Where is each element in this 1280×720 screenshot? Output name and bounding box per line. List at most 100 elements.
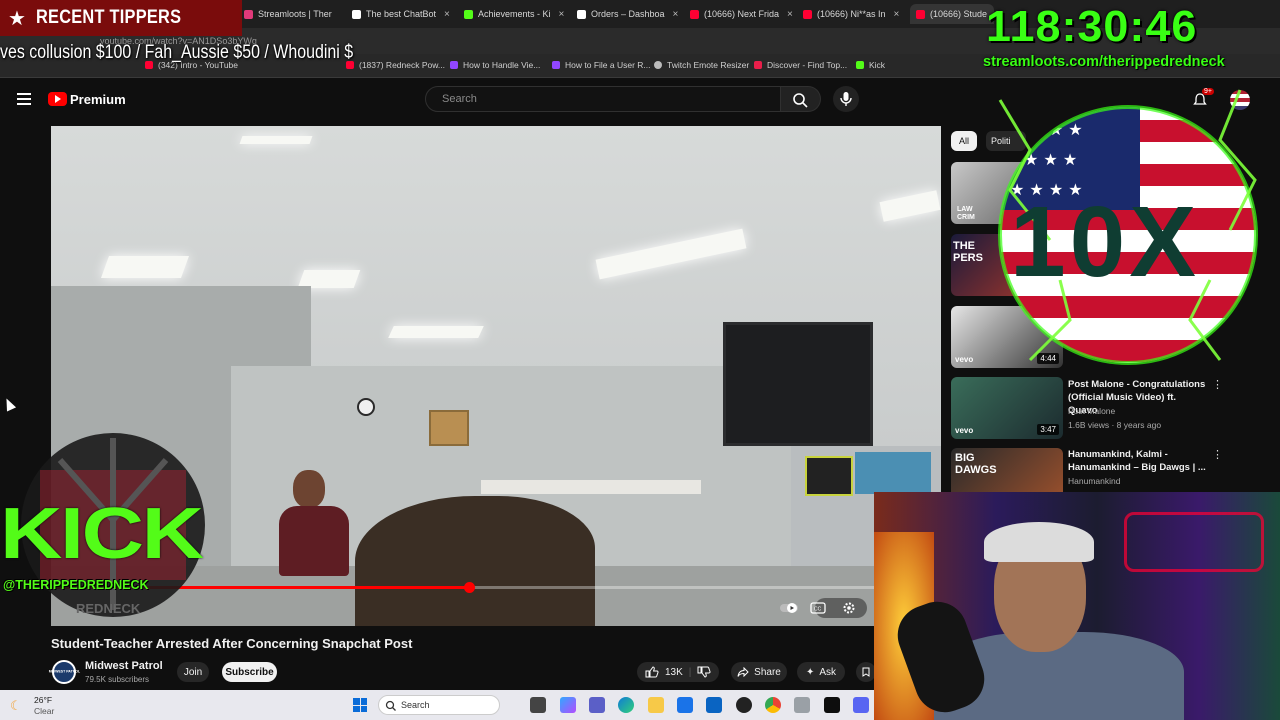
close-icon[interactable]: × xyxy=(787,9,793,20)
tab-label: Streamloots | Ther xyxy=(258,9,332,19)
teams-icon[interactable] xyxy=(589,697,605,713)
streamloots-url: streamloots.com/therippedredneck xyxy=(983,54,1225,70)
tab-label: (10666) Next Frida xyxy=(704,9,780,19)
tab-favicon xyxy=(690,9,699,19)
outlook-icon[interactable] xyxy=(706,697,722,713)
bookmark-label: Kick xyxy=(869,60,886,70)
close-icon[interactable]: × xyxy=(673,9,679,20)
windows-taskbar: ☾ 26°F Clear Search xyxy=(0,690,874,720)
thumbs-down-icon[interactable] xyxy=(697,666,711,678)
clock-icon xyxy=(357,398,375,416)
menu-icon[interactable] xyxy=(17,93,31,105)
windows-start-icon[interactable] xyxy=(353,698,367,712)
tab-label: Achievements - Ki xyxy=(478,9,551,19)
like-count[interactable]: 13K xyxy=(665,667,683,678)
save-button[interactable] xyxy=(856,662,876,682)
gear-icon xyxy=(843,602,855,614)
autoplay-toggle[interactable] xyxy=(777,598,801,618)
bookmark-item[interactable]: Twitch Emote Resizer xyxy=(654,60,749,70)
like-dislike-group: 13K | xyxy=(637,662,719,682)
channel-name[interactable]: Midwest Patrol xyxy=(85,660,163,672)
autoplay-icon xyxy=(780,603,798,613)
browser-tab[interactable]: (10666) Next Frida × xyxy=(690,4,798,24)
bookmark-item[interactable]: How to Handle Vie... xyxy=(450,60,540,70)
recommendation-channel[interactable]: Hanumankind xyxy=(1068,476,1120,486)
recommendation-title[interactable]: Hanumankind, Kalmi - Hanumankind – Big D… xyxy=(1068,448,1208,474)
share-button[interactable]: Share xyxy=(731,662,787,682)
weather-temperature[interactable]: 26°F xyxy=(34,695,52,705)
svg-text:REDNECK: REDNECK xyxy=(76,601,141,616)
obs-icon[interactable] xyxy=(736,697,752,713)
bookmark-favicon xyxy=(552,61,560,69)
bookmark-item[interactable]: (1837) Redneck Pow... xyxy=(346,60,445,70)
kick-logo-text: KICK xyxy=(0,494,204,574)
voice-search-button[interactable] xyxy=(833,86,859,112)
video-scene-table xyxy=(481,480,701,494)
task-view-icon[interactable] xyxy=(530,697,546,713)
browser-tab-active[interactable]: (10666) Stude xyxy=(910,4,994,24)
edge-icon[interactable] xyxy=(618,697,634,713)
taskbar-search[interactable]: Search xyxy=(378,695,500,715)
tab-favicon xyxy=(352,9,361,19)
copilot-icon[interactable] xyxy=(560,697,576,713)
tab-label: Orders – Dashboa xyxy=(591,9,665,19)
recommendation-thumbnail[interactable]: vevo 3:47 xyxy=(951,377,1063,439)
ask-label: Ask xyxy=(819,666,837,678)
recent-tippers-label: RECENT TIPPERS xyxy=(35,7,182,28)
browser-tab[interactable]: (10666) Ni**as In × xyxy=(803,4,903,24)
tab-favicon xyxy=(577,9,586,19)
thumbs-up-icon[interactable] xyxy=(645,666,659,678)
share-label: Share xyxy=(754,666,781,678)
join-button[interactable]: Join xyxy=(177,662,209,682)
browser-tab[interactable]: Streamloots | Ther× xyxy=(244,4,340,24)
browser-tab[interactable]: The best ChatBot × xyxy=(352,4,452,24)
close-icon[interactable]: × xyxy=(444,9,450,20)
subscribe-button[interactable]: Subscribe xyxy=(222,662,277,682)
bookmark-item[interactable]: Kick xyxy=(856,60,885,70)
youtube-premium-label[interactable]: Premium xyxy=(70,92,126,107)
bookmark-label: Discover - Find Top... xyxy=(767,60,848,70)
app-icon[interactable] xyxy=(794,697,810,713)
search-box[interactable] xyxy=(425,86,781,112)
bookmark-item[interactable]: Discover - Find Top... xyxy=(754,60,847,70)
close-icon[interactable]: × xyxy=(894,9,900,20)
search-button[interactable] xyxy=(781,86,821,112)
video-scene-bin xyxy=(805,456,853,496)
sparkle-icon: ✦ xyxy=(805,666,815,678)
settings-button[interactable] xyxy=(837,598,861,618)
thumbnail-text: LAW CRIM xyxy=(957,206,975,221)
recommendation-channel[interactable]: Post Malone xyxy=(1068,406,1115,416)
tab-label: (10666) Stude xyxy=(930,9,988,19)
youtube-logo-icon[interactable] xyxy=(48,92,67,106)
ask-button[interactable]: ✦ Ask xyxy=(797,662,845,682)
captions-button[interactable]: CC xyxy=(806,598,830,618)
video-ceiling-light xyxy=(100,256,190,278)
video-scene-tv xyxy=(723,322,873,446)
weather-moon-icon[interactable]: ☾ xyxy=(10,698,22,714)
bookmark-item[interactable]: How to File a User R... xyxy=(552,60,651,70)
chip-all[interactable]: All xyxy=(951,131,977,151)
folder-icon[interactable] xyxy=(648,697,664,713)
bookmark-favicon xyxy=(654,61,662,69)
search-input[interactable] xyxy=(442,93,762,105)
tab-favicon xyxy=(244,9,253,19)
channel-avatar[interactable]: MIDWEST PATROL xyxy=(48,660,80,684)
browser-tab[interactable]: Achievements - Ki × xyxy=(464,4,574,24)
store-icon[interactable] xyxy=(677,697,693,713)
bookmark-label: How to File a User R... xyxy=(565,60,651,70)
video-duration: 3:47 xyxy=(1037,424,1059,435)
webcam-feed xyxy=(874,492,1280,720)
bookmark-favicon xyxy=(450,61,458,69)
close-icon[interactable]: × xyxy=(559,9,565,20)
stream-timer: 118:30:46 xyxy=(986,2,1198,51)
bookmark-label: (1837) Redneck Pow... xyxy=(359,60,445,70)
terminal-icon[interactable] xyxy=(824,697,840,713)
tipper-ticker: ves collusion $100 / Fah_Aussie $50 / Wh… xyxy=(0,42,354,63)
more-vert-icon[interactable]: ⋮ xyxy=(1212,448,1223,461)
mouse-cursor-icon xyxy=(1,396,17,412)
tab-label: The best ChatBot xyxy=(366,9,437,19)
discord-icon[interactable] xyxy=(853,697,869,713)
browser-tab[interactable]: Orders – Dashboa × xyxy=(577,4,685,24)
ten-x-emblem: ★ ★ ★ ★ ★ ★ ★ ★ ★ ★ ★ 10X xyxy=(998,89,1258,365)
chrome-icon[interactable] xyxy=(765,697,781,713)
